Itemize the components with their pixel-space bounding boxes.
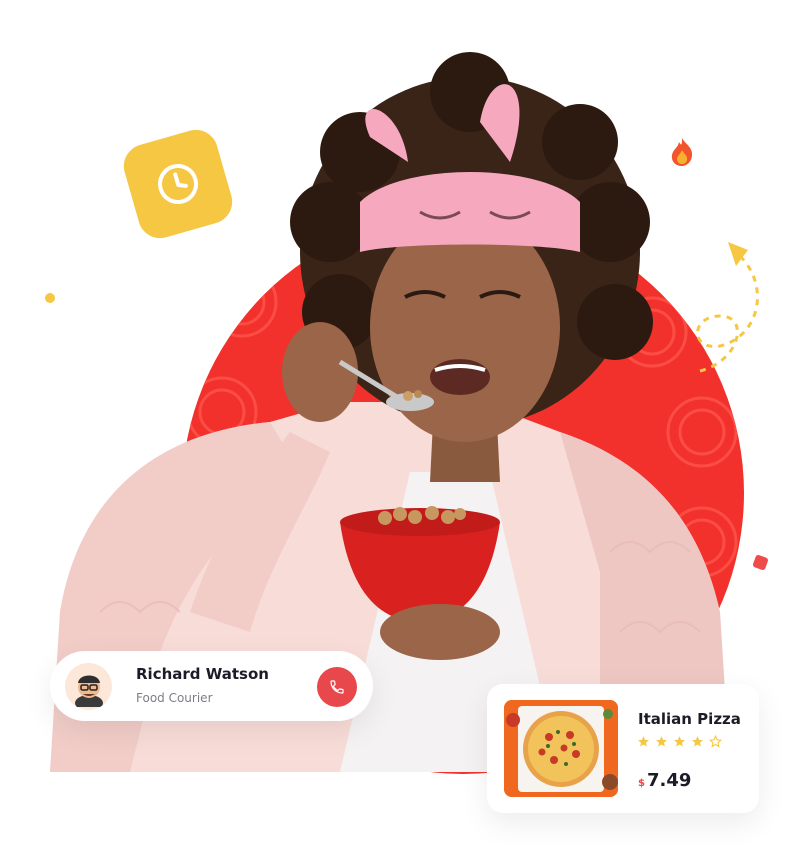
courier-card: Richard Watson Food Courier xyxy=(50,651,373,721)
product-name: Italian Pizza xyxy=(638,710,741,728)
star-empty-icon xyxy=(709,735,722,748)
pizza-image xyxy=(504,700,618,797)
courier-name: Richard Watson xyxy=(136,665,269,683)
star-filled-icon xyxy=(692,736,703,747)
call-button[interactable] xyxy=(317,667,357,707)
dashed-arrow-icon xyxy=(696,242,759,373)
star-filled-icon xyxy=(656,736,667,747)
star-filled-icon xyxy=(674,736,685,747)
decorative-dot xyxy=(45,293,55,303)
rating-stars xyxy=(637,735,722,748)
avatar-icon xyxy=(65,663,112,710)
phone-icon xyxy=(330,680,344,694)
fire-icon xyxy=(671,138,693,166)
star-filled-icon xyxy=(638,736,649,747)
price: $ 7.49 xyxy=(638,770,691,791)
courier-role: Food Courier xyxy=(136,691,213,705)
price-value: 7.49 xyxy=(646,770,692,791)
hero-section: Richard Watson Food Courier Italian Pizz… xyxy=(0,0,809,868)
price-currency: $ xyxy=(638,778,645,789)
product-card[interactable]: Italian Pizza $ 7.49 xyxy=(487,684,759,813)
